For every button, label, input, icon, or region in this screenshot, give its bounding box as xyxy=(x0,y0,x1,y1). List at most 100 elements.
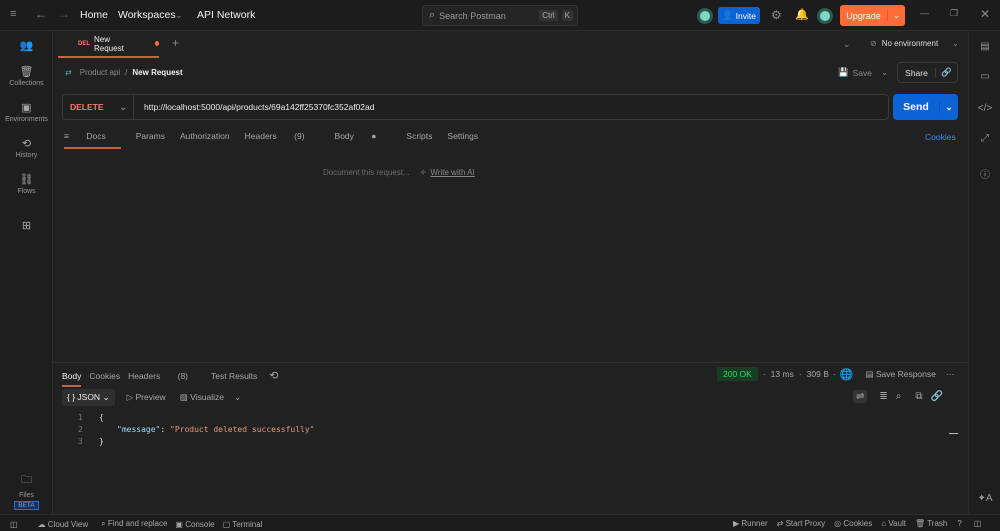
beta-badge: BETA xyxy=(14,501,39,510)
sidebar-item-collections[interactable]: 🗑 Collections xyxy=(0,65,53,87)
tab-scripts[interactable]: Scripts xyxy=(406,131,432,149)
response-body[interactable]: 1{ 2 "message": "Product deleted successf… xyxy=(78,412,315,448)
terminal-button[interactable]: ▢ Terminal xyxy=(223,520,263,529)
team-avatar[interactable] xyxy=(697,8,713,24)
json-value: "Product deleted successfully" xyxy=(170,425,315,434)
pane-divider[interactable] xyxy=(53,362,968,363)
api-docs-icon[interactable]: ▤ xyxy=(969,41,1000,52)
forward-icon[interactable]: → xyxy=(58,7,70,21)
nav-home[interactable]: Home xyxy=(80,9,108,21)
toggle-sidebar-icon[interactable]: ◫ xyxy=(10,520,18,529)
start-proxy-button[interactable]: ⇄ Start Proxy xyxy=(777,519,826,528)
save-label: Save xyxy=(852,67,872,78)
status-badge[interactable]: 200 OK xyxy=(717,367,758,381)
history-icon[interactable]: ⟲ xyxy=(269,369,278,388)
new-tab-button[interactable]: + xyxy=(172,36,179,50)
breadcrumb-sep: / xyxy=(125,68,128,77)
trash-button[interactable]: 🗑 Trash xyxy=(915,519,947,528)
environment-selector[interactable]: ⊘ No environment ⌄ xyxy=(870,39,959,48)
cookies-button[interactable]: ◎ Cookies xyxy=(834,519,872,528)
status-label: Console xyxy=(185,519,215,529)
docs-area[interactable]: Document this request... ✧ Write with AI xyxy=(323,168,475,177)
console-button[interactable]: ▣ Console xyxy=(175,520,214,529)
sidebar-item-environments[interactable]: ▣ Environments xyxy=(0,101,53,123)
tab-title: New Request xyxy=(94,34,124,53)
tab-body[interactable]: Body ● xyxy=(335,131,392,149)
sidebar-item-configure[interactable]: ⊞ xyxy=(0,219,53,234)
collections-icon: 🗑 xyxy=(19,66,34,78)
tab-headers[interactable]: Headers (9) xyxy=(245,131,320,149)
tab-authorization[interactable]: Authorization xyxy=(180,131,230,149)
cloud-view-button[interactable]: ☁ Cloud View xyxy=(38,520,89,529)
menu-icon[interactable]: ≡ xyxy=(10,8,16,20)
send-button[interactable]: Send ⌄ xyxy=(893,94,958,120)
chevron-down-icon[interactable]: ⌄ xyxy=(939,101,958,113)
copy-icon[interactable]: ⧉ xyxy=(915,391,922,402)
related-icon[interactable]: ⤢ xyxy=(969,133,1000,144)
link-icon[interactable]: 🔗 xyxy=(936,67,957,78)
info-icon[interactable]: ⓘ xyxy=(969,166,1000,181)
status-label: Vault xyxy=(888,519,906,528)
url-bar: DELETE ⌄ http://localhost:5000/api/produc… xyxy=(62,94,889,120)
request-tab[interactable]: DEL New Request xyxy=(58,31,159,58)
response-time[interactable]: 13 ms xyxy=(771,369,794,379)
restore-icon[interactable]: ❐ xyxy=(950,8,958,19)
save-icon: 💾 xyxy=(838,67,849,77)
url-input[interactable]: http://localhost:5000/api/products/69a14… xyxy=(133,95,888,119)
response-size[interactable]: 309 B xyxy=(807,369,829,379)
tab-settings[interactable]: Settings xyxy=(447,131,478,149)
tab-test-results[interactable]: Test Results xyxy=(211,371,257,387)
chevron-down-icon[interactable]: ⌄ xyxy=(887,10,905,21)
two-pane-icon[interactable]: ◫ xyxy=(974,519,982,528)
sidebar-item-team[interactable]: 👥 xyxy=(0,39,53,54)
breadcrumb-collection[interactable]: Product api xyxy=(80,68,120,77)
search-input[interactable]: ⌕ Search Postman Ctrl K xyxy=(422,5,578,26)
write-with-ai-link[interactable]: Write with AI xyxy=(430,168,474,177)
wrap-lines-icon[interactable]: ⇌ xyxy=(853,390,868,403)
find-replace-button[interactable]: ⌕ Find and replace xyxy=(101,519,167,529)
sidebar-item-files[interactable]: 🗀 Files BETA xyxy=(0,471,53,510)
nav-api-network[interactable]: API Network xyxy=(197,9,255,21)
close-icon[interactable]: ✕ xyxy=(980,7,990,21)
filter-icon[interactable]: ≣ xyxy=(879,391,887,402)
user-avatar[interactable] xyxy=(817,8,833,24)
tabs-dropdown-icon[interactable]: ⌄ xyxy=(843,39,851,50)
comments-icon[interactable]: ▭ xyxy=(969,71,1000,82)
method-selector[interactable]: DELETE ⌄ xyxy=(63,102,133,113)
code-icon[interactable]: </> xyxy=(969,103,1000,114)
chevron-down-icon[interactable]: ⌄ xyxy=(234,392,241,403)
visualize-button[interactable]: ▨ Visualize xyxy=(180,392,224,403)
search-icon[interactable]: ⌕ xyxy=(896,391,902,402)
gear-icon[interactable]: ⚙ xyxy=(771,8,782,22)
globe-icon[interactable]: 🌐 xyxy=(840,368,854,381)
preview-button[interactable]: ▷ Preview xyxy=(127,392,166,403)
minimize-icon[interactable]: — xyxy=(920,8,929,18)
runner-button[interactable]: ▶ Runner xyxy=(733,519,768,528)
tab-response-headers[interactable]: Headers (8) xyxy=(128,371,203,387)
help-icon[interactable]: ? xyxy=(957,519,961,528)
save-button[interactable]: 💾 Save ⌄ xyxy=(838,67,888,78)
tab-docs[interactable]: ≡ Docs xyxy=(64,131,121,149)
sidebar-item-flows[interactable]: ⛓ Flows xyxy=(0,173,53,195)
nav-workspaces[interactable]: Workspaces xyxy=(118,9,176,21)
sidebar-item-history[interactable]: ⟲ History xyxy=(0,137,53,159)
share-button[interactable]: Share xyxy=(898,67,936,78)
send-label: Send xyxy=(903,101,929,113)
format-selector[interactable]: { } JSON ⌄ xyxy=(62,389,115,406)
breadcrumb-request: New Request xyxy=(132,68,183,77)
invite-button[interactable]: 👤 Invite xyxy=(718,7,760,24)
grid-plus-icon: ⊞ xyxy=(21,220,32,232)
cookies-link[interactable]: Cookies xyxy=(925,132,956,142)
back-icon[interactable]: ← xyxy=(35,7,47,21)
link-icon[interactable]: 🔗 xyxy=(931,391,943,402)
upgrade-button[interactable]: Upgrade ⌄ xyxy=(840,5,905,26)
tab-response-body[interactable]: Body xyxy=(62,371,82,387)
more-icon[interactable]: ··· xyxy=(946,369,955,379)
vault-button[interactable]: ⌂ Vault xyxy=(881,519,906,528)
ai-icon[interactable]: ✦A xyxy=(969,493,1000,504)
tab-response-cookies[interactable]: Cookies xyxy=(89,371,120,387)
save-response-button[interactable]: ▤ Save Response xyxy=(865,369,935,380)
bell-icon[interactable]: 🔔 xyxy=(795,8,809,21)
response-meta: 200 OK · 13 ms · 309 B · 🌐 ▤ Save Response … xyxy=(717,367,954,381)
tab-params[interactable]: Params xyxy=(136,131,165,149)
